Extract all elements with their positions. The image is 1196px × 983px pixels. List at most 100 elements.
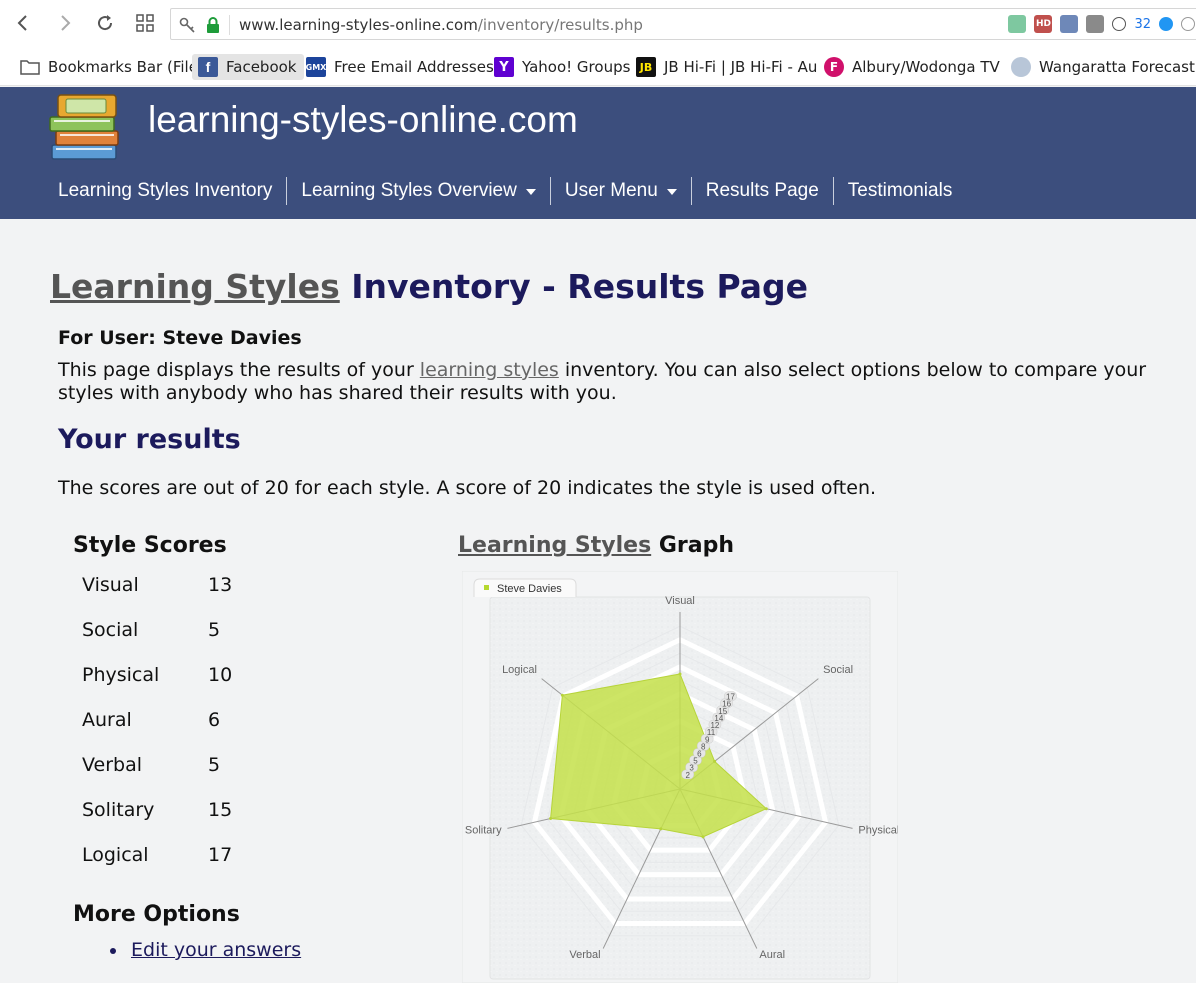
url-text[interactable]: www.learning-styles-online.com/inventory… [239, 16, 643, 34]
score-value: 10 [208, 664, 233, 686]
key-icon [179, 17, 195, 33]
menu-learning-styles-overview[interactable]: Learning Styles Overview [286, 177, 549, 205]
bookmark-label: Free Email Addresses [334, 58, 494, 76]
forward-button[interactable] [52, 10, 78, 36]
circle-icon[interactable] [1181, 17, 1195, 31]
intro-paragraph: This page displays the results of your l… [58, 359, 1178, 405]
browser-toolbar: www.learning-styles-online.com/inventory… [0, 0, 1196, 48]
site-header: learning-styles-online.com Learning Styl… [0, 87, 1196, 219]
wrench-icon[interactable] [1060, 15, 1079, 33]
menu-label: Testimonials [847, 180, 953, 201]
bookmark-label: Bookmarks Bar (File) [48, 58, 204, 76]
menu-label: User Menu [564, 180, 658, 201]
scores-note: The scores are out of 20 for each style.… [58, 477, 877, 499]
score-value: 5 [208, 619, 221, 641]
bullet [110, 948, 116, 954]
your-results-heading: Your results [58, 424, 241, 455]
bookmark-gmx[interactable]: GMX Free Email Addresses [306, 54, 494, 80]
zoom-icon[interactable] [1112, 17, 1127, 31]
menu-learning-styles-inventory[interactable]: Learning Styles Inventory [44, 177, 286, 205]
menu-label: Learning Styles Overview [301, 180, 517, 201]
chart-legend: Steve Davies [473, 578, 577, 597]
score-style: Visual [82, 574, 139, 596]
yahoo-icon: Y [494, 57, 514, 77]
facebook-icon: f [198, 57, 218, 77]
menu-label: Learning Styles Inventory [58, 180, 273, 201]
menu-results-page[interactable]: Results Page [690, 177, 833, 205]
category-label: Solitary [465, 825, 502, 837]
menu-label: Results Page [705, 180, 819, 201]
cube-extension-icon[interactable] [1008, 15, 1027, 33]
back-button[interactable] [10, 10, 36, 36]
bookmark-wangaratta[interactable]: Wangaratta Forecast [1011, 54, 1195, 80]
reload-button[interactable] [92, 10, 118, 36]
edit-answers-link[interactable]: Edit your answers [131, 939, 301, 961]
menu-user-menu[interactable]: User Menu [549, 177, 691, 205]
forward-arrow-icon [61, 15, 71, 31]
bookmark-albury[interactable]: F Albury/Wodonga TV [824, 54, 1000, 80]
jbhifi-icon: JB [636, 57, 656, 77]
score-value: 5 [208, 754, 221, 776]
download-icon[interactable] [1086, 15, 1105, 33]
score-value: 13 [208, 574, 233, 596]
category-label: Verbal [569, 949, 600, 961]
lock-icon [207, 17, 219, 33]
data-point [659, 827, 663, 831]
category-label: Physical [858, 825, 898, 837]
learning-styles-title-link[interactable]: Learning Styles [50, 267, 340, 306]
site-title[interactable]: learning-styles-online.com [148, 99, 578, 141]
bookmark-facebook[interactable]: f Facebook [192, 54, 305, 80]
tick-label: 17 [726, 693, 735, 702]
data-point [560, 693, 564, 697]
legend-swatch [484, 585, 489, 590]
learning-styles-radar-chart: Steve Davies 235689111214151617 VisualSo… [462, 571, 898, 983]
data-point [678, 672, 682, 676]
data-point [549, 817, 553, 821]
data-point [713, 759, 717, 763]
address-bar[interactable]: www.learning-styles-online.com/inventory… [170, 8, 1196, 40]
for-user-label: For User: Steve Davies [58, 327, 302, 349]
category-label: Visual [665, 595, 695, 607]
url-host: www.learning-styles-online.com [239, 16, 478, 34]
data-point [764, 807, 768, 811]
back-arrow-icon [17, 15, 27, 31]
learning-styles-link[interactable]: learning styles [420, 359, 559, 381]
folder-icon [20, 60, 40, 75]
page-title: Learning Styles Inventory - Results Page [50, 267, 808, 306]
category-label: Logical [502, 664, 537, 676]
hd-extension-icon[interactable]: HD [1034, 15, 1053, 33]
hd-badge: HD [1035, 19, 1051, 29]
albury-tv-icon: F [824, 57, 844, 77]
score-style: Logical [82, 844, 149, 866]
bookmark-yahoo[interactable]: Y Yahoo! Groups [494, 54, 630, 80]
bookmark-label: Yahoo! Groups [522, 58, 631, 76]
score-value: 17 [208, 844, 233, 866]
bookmark-label: Albury/Wodonga TV [852, 58, 1000, 76]
grid-icon [136, 14, 154, 32]
more-options-heading: More Options [73, 902, 240, 927]
divider [229, 15, 230, 35]
reload-icon [98, 15, 113, 31]
main-content: Learning Styles Inventory - Results Page… [0, 219, 1196, 983]
bookmarks-bar: Bookmarks Bar (File) f Facebook GMX Free… [0, 48, 1196, 86]
books-logo-icon[interactable] [46, 87, 126, 167]
menu-testimonials[interactable]: Testimonials [832, 177, 967, 205]
bookmark-label: JB Hi-Fi | JB Hi-Fi - Au [664, 58, 818, 76]
shield-icon[interactable] [1159, 17, 1173, 31]
category-label: Social [823, 664, 853, 676]
category-label: Aural [759, 949, 785, 961]
score-style: Verbal [82, 754, 143, 776]
bookmark-label: Facebook [226, 58, 297, 76]
graph-heading-link[interactable]: Learning Styles [458, 533, 651, 558]
weather-icon [1011, 57, 1031, 77]
apps-button[interactable] [132, 10, 158, 36]
caret-down-icon [525, 189, 536, 195]
score-style: Social [82, 619, 139, 641]
caret-down-icon [666, 189, 677, 195]
bookmark-jbhifi[interactable]: JB JB Hi-Fi | JB Hi-Fi - Au [636, 54, 817, 80]
score-value: 6 [208, 709, 221, 731]
graph-heading: Learning Styles Graph [458, 533, 734, 558]
extension-area: HD 32 [1008, 9, 1196, 39]
bookmark-folder-file[interactable]: Bookmarks Bar (File) [20, 54, 204, 80]
score-value: 15 [208, 799, 233, 821]
